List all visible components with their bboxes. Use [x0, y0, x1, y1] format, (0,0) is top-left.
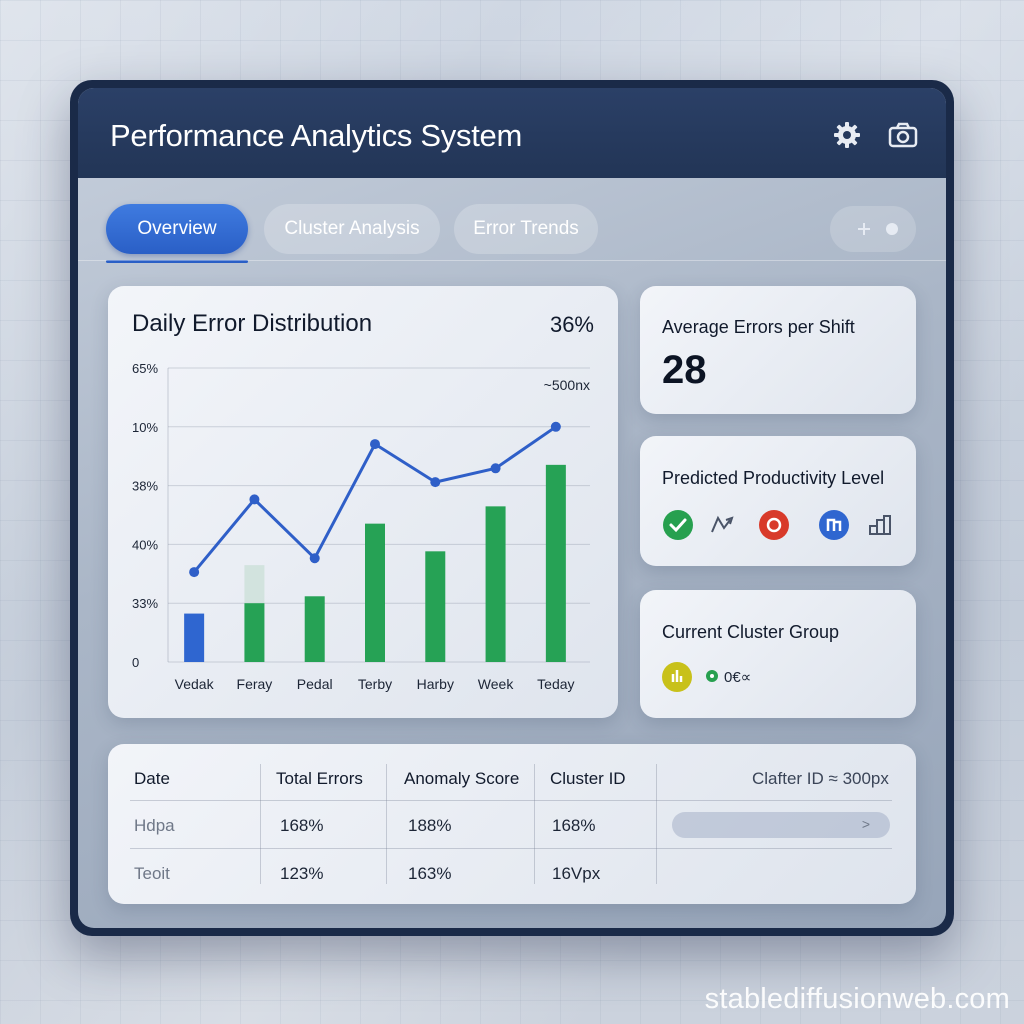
- watermark: stablediffusionweb.com: [704, 983, 1010, 1015]
- dot-icon: [886, 223, 898, 235]
- data-table-card: Date Total Errors Anomaly Score Cluster …: [108, 744, 916, 904]
- gear-icon[interactable]: [830, 118, 864, 152]
- bar: [244, 603, 265, 662]
- cluster-status-text: 0€∝: [724, 669, 752, 686]
- avg-errors-card: Average Errors per Shift 28: [640, 286, 916, 414]
- column-divider: [386, 764, 387, 884]
- column-divider: [656, 764, 657, 884]
- avg-errors-label: Average Errors per Shift: [662, 317, 855, 337]
- table-cell: 16Vpx: [552, 864, 601, 883]
- bar: [184, 613, 205, 662]
- table-cell: 163%: [408, 864, 452, 883]
- bar: [425, 551, 446, 662]
- table-header-cluster-id-2[interactable]: Clafter ID ≈ 300px: [752, 769, 889, 789]
- x-tick-label: Pedal: [297, 676, 333, 692]
- tab-overview[interactable]: Overview: [106, 204, 248, 254]
- line-point: [249, 494, 260, 505]
- table-header-total-errors[interactable]: Total Errors: [276, 769, 363, 789]
- tab-divider: [78, 260, 946, 261]
- table-cell: 168%: [552, 816, 596, 835]
- table-header-cluster-id[interactable]: Cluster ID: [550, 769, 626, 789]
- cluster-group-label: Current Cluster Group: [662, 622, 840, 642]
- y-tick-label: 38%: [132, 479, 158, 494]
- bar: [304, 596, 325, 662]
- bar: [485, 506, 506, 662]
- x-tick-label: Feray: [237, 676, 273, 692]
- user-circle-icon: [819, 510, 849, 540]
- x-tick-label: Terby: [358, 676, 392, 692]
- title-bar: Performance Analytics System: [78, 88, 946, 178]
- x-tick-label: Vedak: [175, 676, 215, 692]
- cluster-group-card: Current Cluster Group 0€∝: [640, 590, 916, 718]
- bar-steps-icon: [869, 515, 891, 535]
- table-cell: 123%: [280, 864, 324, 883]
- column-divider: [534, 764, 535, 884]
- trend-arrow-icon: [711, 515, 734, 533]
- bar: [365, 523, 385, 662]
- tab-error-trends[interactable]: Error Trends: [454, 204, 598, 254]
- table-header-anomaly-score[interactable]: Anomaly Score: [404, 769, 519, 789]
- y-tick-label: 0: [132, 655, 139, 670]
- daily-error-chart-card: Daily Error Distribution 36% 0 33% 40% 38% 1…: [108, 286, 618, 718]
- x-tick-label: Week: [478, 676, 515, 692]
- tab-cluster-analysis[interactable]: Cluster Analysis: [264, 204, 440, 254]
- productivity-label: Predicted Productivity Level: [662, 468, 885, 488]
- status-dot-icon: [706, 670, 718, 682]
- plus-icon: [858, 223, 870, 235]
- daily-error-chart: 0 33% 40% 38% 10% 65% Vedak Feray Pedal Terby Harb…: [132, 361, 590, 692]
- tab-control-pill[interactable]: [830, 206, 916, 252]
- y-tick-label: 33%: [132, 596, 158, 611]
- alert-circle-icon: [759, 510, 789, 540]
- cluster-badge-icon: [662, 662, 692, 692]
- check-circle-icon: [663, 510, 693, 540]
- line-point: [189, 567, 200, 578]
- avg-errors-value: 28: [662, 348, 707, 392]
- app-title: Performance Analytics System: [110, 118, 522, 153]
- row-divider: [130, 800, 892, 801]
- y-tick-label: 10%: [132, 420, 158, 435]
- camera-icon[interactable]: [886, 118, 920, 152]
- line-point: [430, 477, 441, 488]
- column-divider: [260, 764, 261, 884]
- y-tick-label: 40%: [132, 537, 158, 552]
- table-cell: Hdpa: [134, 816, 175, 835]
- filter-slider-bar[interactable]: >: [672, 812, 890, 838]
- row-divider: [130, 848, 892, 849]
- productivity-card: Predicted Productivity Level: [640, 436, 916, 566]
- table-cell: 188%: [408, 816, 452, 835]
- line-point: [550, 421, 561, 432]
- line-point: [370, 439, 380, 450]
- line-point: [490, 463, 501, 474]
- x-tick-label: Teday: [537, 676, 574, 692]
- x-tick-label: Harby: [417, 676, 454, 692]
- line-point: [309, 553, 320, 564]
- bar: [545, 464, 566, 662]
- chart-annotation: ~500nx: [544, 377, 590, 393]
- table-cell: 168%: [280, 816, 324, 835]
- app-window: Performance Analytics System Overview Cl…: [70, 80, 954, 936]
- app-window-body: Performance Analytics System Overview Cl…: [78, 88, 946, 928]
- chevron-right-icon: >: [861, 816, 870, 832]
- table-cell: Teoit: [134, 864, 170, 883]
- table-header-date[interactable]: Date: [134, 769, 170, 789]
- y-tick-label: 65%: [132, 361, 158, 376]
